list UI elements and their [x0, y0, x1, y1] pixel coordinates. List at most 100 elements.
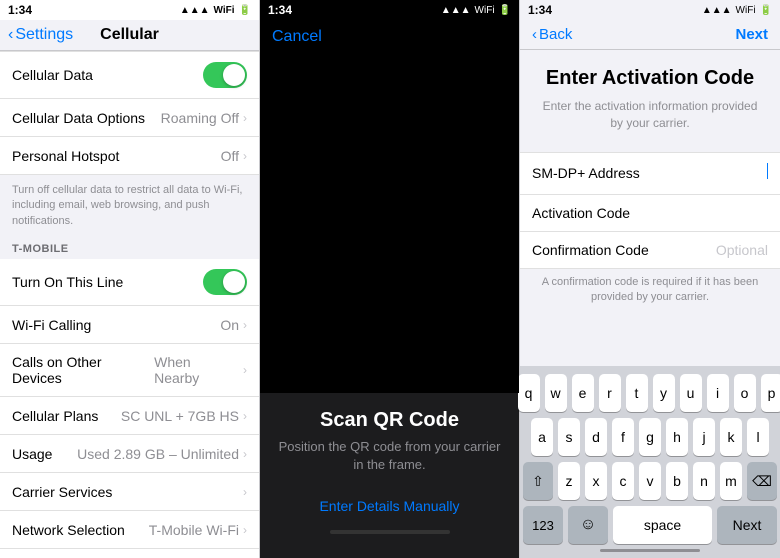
cancel-button[interactable]: Cancel — [272, 28, 322, 46]
key-o[interactable]: o — [734, 374, 756, 412]
turn-on-line-row[interactable]: Turn On This Line — [0, 259, 259, 306]
next-button[interactable]: Next — [735, 26, 768, 43]
key-g[interactable]: g — [639, 418, 661, 456]
network-selection-value: T-Mobile Wi-Fi › — [149, 522, 247, 538]
key-l[interactable]: l — [747, 418, 769, 456]
signal-icon3: ▲▲▲ — [702, 5, 732, 16]
usage-label: Usage — [12, 446, 52, 462]
key-a[interactable]: a — [531, 418, 553, 456]
smdp-address-field[interactable]: SM-DP+ Address — [520, 152, 780, 195]
cellular-plans-row[interactable]: Cellular Plans SC UNL + 7GB HS › — [0, 397, 259, 435]
wifi-icon3: WiFi — [736, 5, 756, 16]
activation-code-panel: 1:34 ▲▲▲ WiFi 🔋 ‹ Back Next Enter Activa… — [520, 0, 780, 558]
carrier-services-label: Carrier Services — [12, 484, 112, 500]
key-t[interactable]: t — [626, 374, 648, 412]
key-c[interactable]: c — [612, 462, 634, 500]
enter-manually-button[interactable]: Enter Details Manually — [272, 490, 507, 522]
sim-pin-row[interactable]: SIM PIN › — [0, 549, 259, 558]
settings-list: Cellular Data Cellular Data Options Roam… — [0, 51, 259, 558]
home-indicator-panel3 — [523, 548, 777, 554]
carrier-services-value: › — [243, 485, 247, 499]
key-q[interactable]: q — [518, 374, 540, 412]
qr-bottom-section: Scan QR Code Position the QR code from y… — [260, 393, 519, 558]
battery-icon3: 🔋 — [760, 5, 772, 16]
tmobile-section-label: T-MOBILE — [0, 237, 259, 259]
key-u[interactable]: u — [680, 374, 702, 412]
personal-hotspot-value: Off › — [221, 148, 247, 164]
cellular-settings-panel: 1:34 ▲▲▲ WiFi 🔋 ‹ Settings Cellular Cell… — [0, 0, 260, 558]
keyboard-next-button[interactable]: Next — [717, 506, 777, 544]
wifi-calling-label: Wi-Fi Calling — [12, 317, 91, 333]
status-bar-panel3: 1:34 ▲▲▲ WiFi 🔋 — [520, 0, 780, 20]
key-i[interactable]: i — [707, 374, 729, 412]
key-k[interactable]: k — [720, 418, 742, 456]
smdp-label: SM-DP+ Address — [532, 165, 640, 181]
key-b[interactable]: b — [666, 462, 688, 500]
keyboard: q w e r t y u i o p a s d f g h j k l ⇧ … — [520, 366, 780, 558]
qr-scanner-panel: 1:34 ▲▲▲ WiFi 🔋 Cancel Scan QR Code Posi… — [260, 0, 520, 558]
smdp-cursor — [767, 163, 768, 184]
chevron-icon5: › — [243, 409, 247, 423]
home-bar — [600, 549, 700, 552]
key-f[interactable]: f — [612, 418, 634, 456]
shift-key[interactable]: ⇧ — [523, 462, 553, 500]
settings-back-label: Settings — [15, 26, 73, 44]
keyboard-bottom-row: 123 ☺ space Next — [523, 506, 777, 544]
qr-nav-bar: Cancel — [260, 20, 519, 54]
chevron-icon7: › — [243, 485, 247, 499]
key-w[interactable]: w — [545, 374, 567, 412]
calls-other-devices-row[interactable]: Calls on Other Devices When Nearby › — [0, 344, 259, 397]
number-key[interactable]: 123 — [523, 506, 563, 544]
cellular-data-row[interactable]: Cellular Data — [0, 51, 259, 99]
cellular-info-text: Turn off cellular data to restrict all d… — [0, 175, 259, 237]
settings-back-button[interactable]: ‹ Settings — [8, 26, 73, 44]
key-m[interactable]: m — [720, 462, 742, 500]
network-selection-label: Network Selection — [12, 522, 125, 538]
signal-icon: ▲▲▲ — [180, 5, 210, 16]
keyboard-row2: a s d f g h j k l — [523, 418, 777, 456]
chevron-left-icon2: ‹ — [532, 26, 537, 43]
confirmation-code-field[interactable]: Confirmation Code Optional — [520, 232, 780, 269]
key-r[interactable]: r — [599, 374, 621, 412]
chevron-icon6: › — [243, 447, 247, 461]
key-j[interactable]: j — [693, 418, 715, 456]
key-h[interactable]: h — [666, 418, 688, 456]
space-key[interactable]: space — [613, 506, 712, 544]
emoji-key[interactable]: ☺ — [568, 506, 608, 544]
turn-on-line-toggle[interactable] — [203, 269, 247, 295]
chevron-icon4: › — [243, 363, 247, 377]
key-v[interactable]: v — [639, 462, 661, 500]
key-y[interactable]: y — [653, 374, 675, 412]
key-e[interactable]: e — [572, 374, 594, 412]
delete-key[interactable]: ⌫ — [747, 462, 777, 500]
form-fields-container: SM-DP+ Address Activation Code Confirmat… — [520, 152, 780, 269]
chevron-left-icon: ‹ — [8, 26, 13, 44]
turn-on-line-label: Turn On This Line — [12, 274, 123, 290]
time-panel3: 1:34 — [528, 3, 552, 17]
carrier-services-row[interactable]: Carrier Services › — [0, 473, 259, 511]
activation-code-field[interactable]: Activation Code — [520, 195, 780, 232]
back-button[interactable]: ‹ Back — [532, 26, 572, 43]
activation-content-area: Enter Activation Code Enter the activati… — [520, 50, 780, 152]
personal-hotspot-label: Personal Hotspot — [12, 148, 119, 164]
key-x[interactable]: x — [585, 462, 607, 500]
qr-viewfinder — [260, 54, 519, 393]
battery-icon2: 🔋 — [499, 5, 511, 16]
usage-row[interactable]: Usage Used 2.89 GB – Unlimited › — [0, 435, 259, 473]
cellular-data-options-row[interactable]: Cellular Data Options Roaming Off › — [0, 99, 259, 137]
wifi-calling-row[interactable]: Wi-Fi Calling On › — [0, 306, 259, 344]
key-p[interactable]: p — [761, 374, 780, 412]
chevron-icon: › — [243, 111, 247, 125]
key-z[interactable]: z — [558, 462, 580, 500]
network-selection-row[interactable]: Network Selection T-Mobile Wi-Fi › — [0, 511, 259, 549]
wifi-icon2: WiFi — [475, 5, 495, 16]
key-d[interactable]: d — [585, 418, 607, 456]
cellular-data-toggle[interactable] — [203, 62, 247, 88]
confirmation-note: A confirmation code is required if it ha… — [520, 269, 780, 312]
key-s[interactable]: s — [558, 418, 580, 456]
cellular-plans-value: SC UNL + 7GB HS › — [121, 408, 247, 424]
personal-hotspot-row[interactable]: Personal Hotspot Off › — [0, 137, 259, 175]
chevron-icon8: › — [243, 523, 247, 537]
key-n[interactable]: n — [693, 462, 715, 500]
cellular-title: Cellular — [100, 26, 159, 44]
